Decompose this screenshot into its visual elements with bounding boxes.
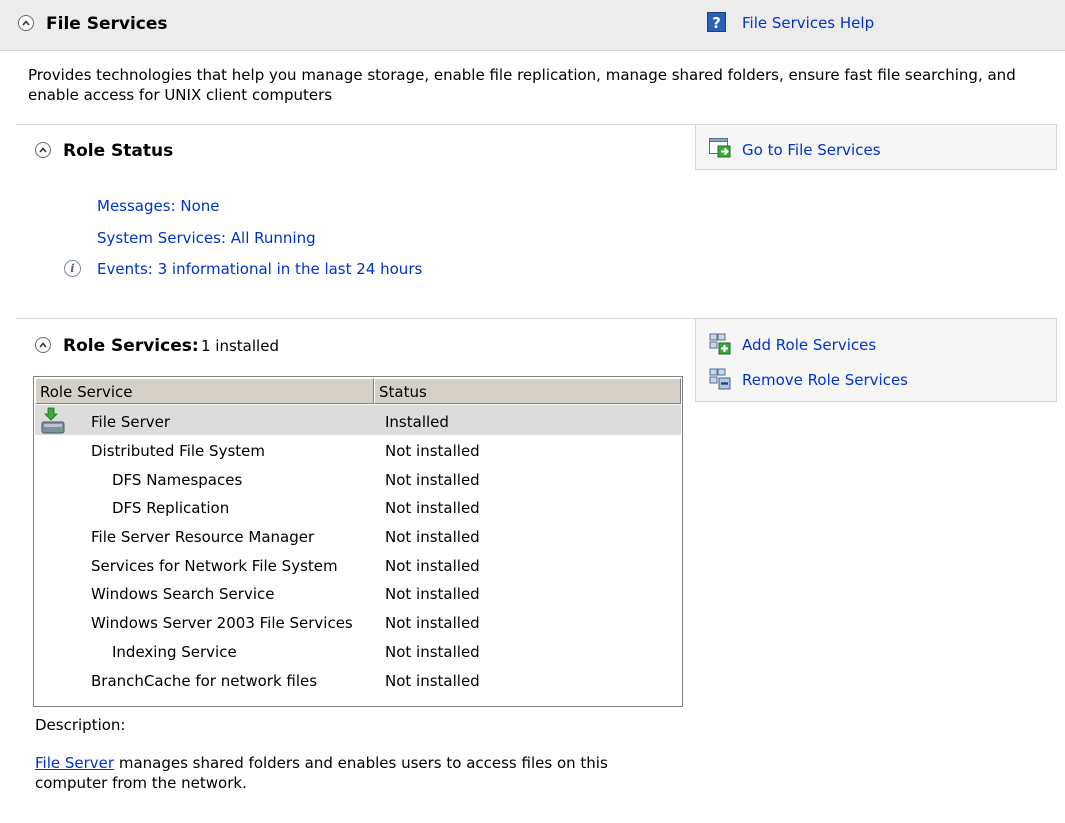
row-name[interactable]: BranchCache for network files	[91, 672, 317, 690]
collapse-role-services-icon[interactable]	[35, 337, 51, 353]
events-link[interactable]: Events: 3 informational in the last 24 h…	[97, 260, 422, 278]
info-icon: i	[64, 260, 81, 277]
row-status: Not installed	[385, 643, 480, 661]
role-services-actions	[695, 318, 1057, 402]
row-name[interactable]: Services for Network File System	[91, 557, 338, 575]
row-status: Not installed	[385, 499, 480, 517]
messages-link[interactable]: Messages: None	[97, 197, 220, 215]
row-status: Not installed	[385, 614, 480, 632]
add-role-services-link[interactable]: Add Role Services	[742, 336, 876, 354]
add-role-services-icon	[709, 333, 731, 355]
row-status: Not installed	[385, 528, 480, 546]
file-server-installed-icon	[41, 407, 65, 434]
row-status: Not installed	[385, 442, 480, 460]
row-name[interactable]: Windows Server 2003 File Services	[91, 614, 353, 632]
remove-role-services-icon	[709, 368, 731, 390]
collapse-role-status-icon[interactable]	[35, 142, 51, 158]
file-server-link[interactable]: File Server	[35, 754, 114, 772]
list-header: Role Service Status	[35, 378, 681, 404]
row-name[interactable]: Indexing Service	[112, 643, 237, 661]
description-label: Description:	[35, 716, 126, 734]
row-name[interactable]: DFS Replication	[112, 499, 229, 517]
help-icon[interactable]: ?	[707, 12, 726, 32]
row-status: Installed	[385, 413, 449, 431]
go-to-file-services-link[interactable]: Go to File Services	[742, 141, 881, 159]
file-services-help-link[interactable]: File Services Help	[742, 14, 874, 32]
row-status: Not installed	[385, 672, 480, 690]
row-status: Not installed	[385, 585, 480, 603]
page-title: File Services	[46, 14, 168, 34]
collapse-file-services-icon[interactable]	[18, 15, 34, 31]
row-name[interactable]: Windows Search Service	[91, 585, 274, 603]
row-name[interactable]: DFS Namespaces	[112, 471, 242, 489]
row-name[interactable]: File Server Resource Manager	[91, 528, 314, 546]
role-description: Provides technologies that help you mana…	[28, 66, 1016, 104]
column-header-role-service[interactable]: Role Service	[35, 378, 374, 404]
installed-count: 1 installed	[201, 337, 279, 355]
system-services-link[interactable]: System Services: All Running	[97, 229, 316, 247]
row-name[interactable]: File Server	[91, 413, 170, 431]
row-status: Not installed	[385, 471, 480, 489]
column-header-status[interactable]: Status	[374, 378, 681, 404]
row-status: Not installed	[385, 557, 480, 575]
remove-role-services-link[interactable]: Remove Role Services	[742, 371, 908, 389]
row-name[interactable]: Distributed File System	[91, 442, 265, 460]
description-text: manages shared folders and enables users…	[35, 754, 608, 792]
role-services-title: Role Services:	[63, 336, 199, 356]
service-description: File Server manages shared folders and e…	[35, 753, 675, 793]
go-to-icon	[709, 138, 731, 158]
role-status-title: Role Status	[63, 141, 174, 161]
